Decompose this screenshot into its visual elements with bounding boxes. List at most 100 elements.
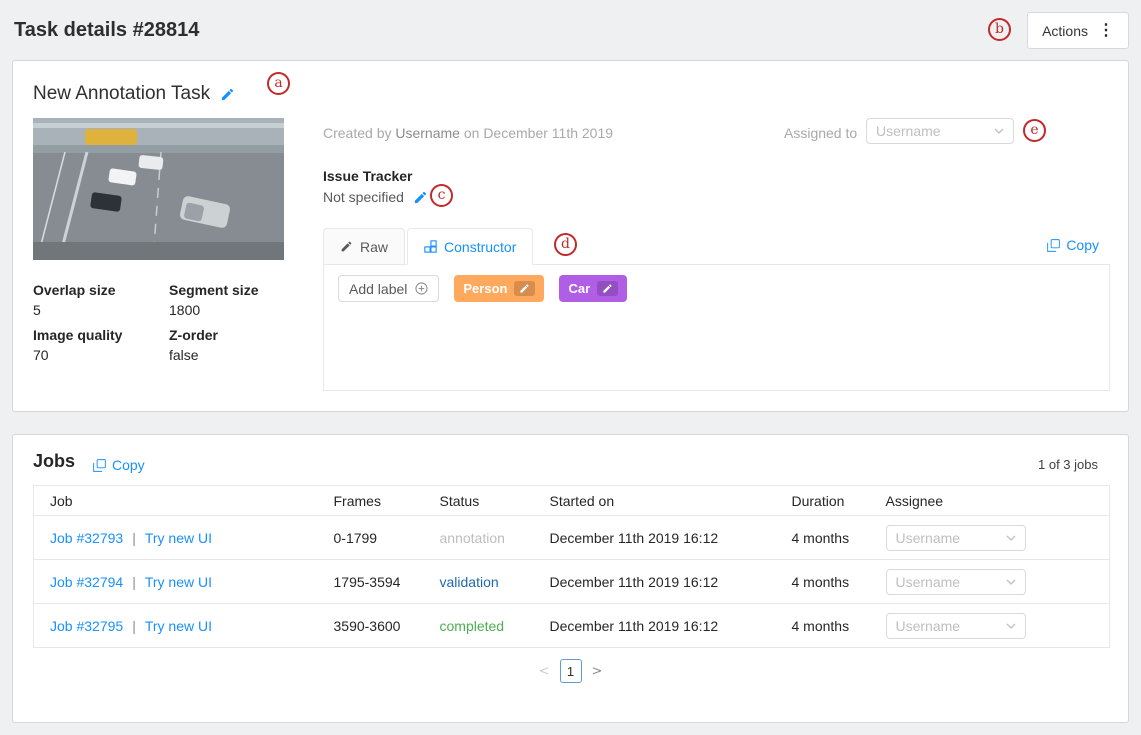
column-header-status: Status	[424, 486, 534, 516]
pencil-icon	[340, 240, 353, 253]
task-copy-link[interactable]: Copy	[1047, 237, 1099, 253]
actions-button[interactable]: Actions ⋮	[1027, 12, 1129, 49]
param-label: Segment size	[169, 282, 279, 298]
callout-e: e	[1023, 119, 1046, 142]
chevron-down-icon	[1006, 535, 1016, 541]
tab-raw-label: Raw	[360, 239, 388, 255]
created-info: Created by Username on December 11th 201…	[323, 125, 613, 141]
task-copy-label: Copy	[1066, 237, 1099, 253]
jobs-copy-label: Copy	[112, 457, 145, 473]
column-header-job: Job	[34, 486, 318, 516]
callout-b: b	[988, 18, 1011, 41]
job-assignee-value: Username	[896, 618, 961, 634]
more-icon: ⋮	[1098, 23, 1114, 39]
created-suffix: on December 11th 2019	[464, 125, 613, 141]
label-tag-car[interactable]: Car	[559, 275, 627, 302]
issue-tracker-label: Issue Tracker	[323, 168, 413, 184]
jobs-table: Job Frames Status Started on Duration As…	[33, 485, 1110, 648]
task-details-screen: Task details #28814 Actions ⋮ b New Anno…	[0, 0, 1141, 735]
try-new-ui-link[interactable]: Try new UI	[145, 618, 212, 634]
tab-constructor-label: Constructor	[444, 239, 516, 255]
chevron-down-icon	[994, 128, 1004, 134]
assigned-to-label: Assigned to	[784, 125, 857, 141]
param-value: 5	[33, 302, 169, 318]
jobs-title: Jobs	[33, 451, 75, 472]
separator: |	[132, 530, 136, 546]
pagination-page-1[interactable]: 1	[560, 659, 582, 683]
task-assignee-value: Username	[876, 123, 941, 139]
created-prefix: Created by	[323, 125, 391, 141]
task-assignee-select[interactable]: Username	[866, 118, 1014, 144]
job-link[interactable]: Job #32795	[50, 618, 123, 634]
job-assignee-select[interactable]: Username	[886, 525, 1026, 551]
job-link[interactable]: Job #32793	[50, 530, 123, 546]
column-header-started: Started on	[534, 486, 776, 516]
param-z-order: Z-order false	[169, 327, 279, 363]
job-assignee-select[interactable]: Username	[886, 613, 1026, 639]
column-header-assignee: Assignee	[870, 486, 1110, 516]
add-label-button[interactable]: Add label	[338, 275, 439, 302]
started-value: December 11th 2019 16:12	[550, 574, 719, 590]
build-icon	[424, 240, 437, 253]
task-details-card: New Annotation Task a	[12, 60, 1129, 412]
labels-tabbar: Raw Constructor	[323, 228, 535, 265]
duration-value: 4 months	[792, 618, 850, 634]
param-value: 1800	[169, 302, 279, 318]
chevron-down-icon	[1006, 623, 1016, 629]
task-name: New Annotation Task	[33, 83, 210, 105]
table-header-row: Job Frames Status Started on Duration As…	[34, 486, 1110, 516]
pagination-next-button[interactable]: >	[592, 664, 603, 679]
plus-circle-icon	[415, 282, 428, 295]
callout-c: c	[430, 184, 453, 207]
edit-label-icon[interactable]	[514, 281, 535, 296]
callout-a: a	[267, 72, 290, 95]
label-tag-person[interactable]: Person	[454, 275, 544, 302]
jobs-count: 1 of 3 jobs	[1038, 457, 1098, 472]
param-label: Z-order	[169, 327, 279, 343]
job-assignee-select[interactable]: Username	[886, 569, 1026, 595]
task-preview-image	[33, 118, 284, 260]
frames-value: 0-1799	[334, 530, 378, 546]
frames-value: 3590-3600	[334, 618, 401, 634]
param-value: 70	[33, 347, 169, 363]
separator: |	[132, 574, 136, 590]
edit-label-icon[interactable]	[597, 281, 618, 296]
param-image-quality: Image quality 70	[33, 327, 169, 363]
label-tag-name: Person	[463, 281, 507, 296]
job-link[interactable]: Job #32794	[50, 574, 123, 590]
street-scene-illustration	[33, 118, 284, 260]
param-value: false	[169, 347, 279, 363]
edit-task-name-icon[interactable]	[220, 87, 235, 102]
copy-icon	[93, 459, 106, 472]
try-new-ui-link[interactable]: Try new UI	[145, 574, 212, 590]
issue-tracker-value: Not specified	[323, 189, 404, 205]
edit-issue-tracker-icon[interactable]	[413, 190, 428, 205]
param-label: Overlap size	[33, 282, 169, 298]
jobs-card: Jobs Copy 1 of 3 jobs Job Frames Status …	[12, 434, 1129, 723]
job-assignee-value: Username	[896, 530, 961, 546]
frames-value: 1795-3594	[334, 574, 401, 590]
actions-button-label: Actions	[1042, 23, 1088, 39]
page-title: Task details #28814	[14, 19, 199, 42]
started-value: December 11th 2019 16:12	[550, 618, 719, 634]
status-badge: annotation	[440, 530, 505, 546]
pagination-prev-button[interactable]: <	[539, 664, 550, 679]
tab-constructor[interactable]: Constructor	[407, 228, 533, 265]
add-label-button-text: Add label	[349, 281, 407, 297]
status-badge: completed	[440, 618, 505, 634]
param-segment-size: Segment size 1800	[169, 282, 279, 318]
started-value: December 11th 2019 16:12	[550, 530, 719, 546]
column-header-duration: Duration	[776, 486, 870, 516]
param-overlap-size: Overlap size 5	[33, 282, 169, 318]
table-row: Job #32795 | Try new UI 3590-3600 comple…	[34, 604, 1110, 648]
column-header-frames: Frames	[318, 486, 424, 516]
status-badge: validation	[440, 574, 499, 590]
labels-constructor-panel: Add label Person Car	[323, 264, 1110, 391]
job-assignee-value: Username	[896, 574, 961, 590]
created-username: Username	[395, 125, 460, 141]
jobs-copy-link[interactable]: Copy	[93, 457, 145, 473]
jobs-pagination: < 1 >	[13, 659, 1128, 683]
tab-raw[interactable]: Raw	[323, 228, 405, 265]
param-label: Image quality	[33, 327, 169, 343]
try-new-ui-link[interactable]: Try new UI	[145, 530, 212, 546]
